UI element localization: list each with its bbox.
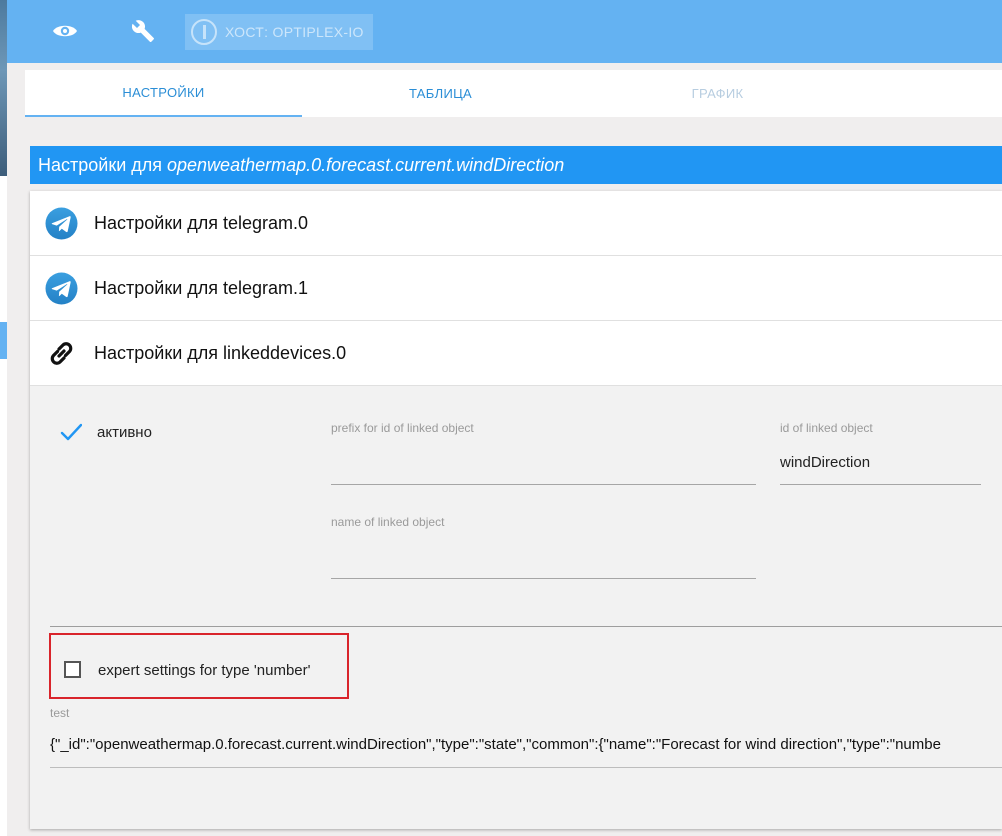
expert-settings-label: expert settings for type 'number' bbox=[98, 662, 311, 679]
telegram-icon bbox=[45, 207, 78, 240]
expert-settings-highlight: expert settings for type 'number' bbox=[49, 633, 349, 699]
section-linkeddevices-0[interactable]: Настройки для linkeddevices.0 bbox=[30, 321, 1002, 386]
wrench-button[interactable] bbox=[122, 10, 164, 52]
test-field-value[interactable]: {"_id":"openweathermap.0.forecast.curren… bbox=[50, 736, 1002, 753]
left-nav-accent bbox=[0, 322, 7, 359]
test-field-label: test bbox=[50, 706, 70, 720]
section-label: Настройки для telegram.1 bbox=[94, 278, 309, 298]
id-field-label: id of linked object bbox=[780, 421, 873, 435]
wrench-icon bbox=[131, 20, 154, 42]
active-label: активно bbox=[97, 424, 152, 441]
tab-chart[interactable]: ГРАФИК bbox=[579, 70, 856, 117]
eye-button[interactable] bbox=[44, 10, 86, 52]
desktop-background-sliver bbox=[0, 0, 7, 176]
name-field-label: name of linked object bbox=[331, 515, 445, 529]
settings-panel: Настройки для telegram.0 Настройки для t… bbox=[30, 191, 1002, 829]
prefix-field-label: prefix for id of linked object bbox=[331, 421, 474, 435]
settings-header: Настройки для openweathermap.0.forecast.… bbox=[30, 146, 1002, 184]
host-selector[interactable]: ХОСТ: OPTIPLEX-IO bbox=[185, 14, 373, 50]
tab-settings[interactable]: НАСТРОЙКИ bbox=[25, 70, 302, 117]
eye-icon bbox=[53, 25, 77, 37]
id-input[interactable] bbox=[780, 441, 981, 485]
checkmark-icon[interactable] bbox=[60, 421, 82, 443]
tab-bar: НАСТРОЙКИ ТАБЛИЦА ГРАФИК bbox=[25, 70, 1002, 117]
section-telegram-1[interactable]: Настройки для telegram.1 bbox=[30, 256, 1002, 321]
section-telegram-0[interactable]: Настройки для telegram.0 bbox=[30, 191, 1002, 256]
host-label: ХОСТ: OPTIPLEX-IO bbox=[225, 24, 364, 40]
top-toolbar: ХОСТ: OPTIPLEX-IO bbox=[7, 0, 1002, 63]
telegram-icon bbox=[45, 272, 78, 305]
section-label: Настройки для linkeddevices.0 bbox=[94, 343, 347, 363]
prefix-input[interactable] bbox=[331, 441, 756, 485]
section-label: Настройки для telegram.0 bbox=[94, 213, 309, 233]
expert-settings-checkbox[interactable] bbox=[64, 661, 81, 678]
name-input[interactable] bbox=[331, 535, 756, 579]
tab-table[interactable]: ТАБЛИЦА bbox=[302, 70, 579, 117]
iobroker-logo-icon bbox=[191, 19, 217, 45]
header-object-id: openweathermap.0.forecast.current.windDi… bbox=[167, 154, 565, 175]
test-field-underline bbox=[50, 767, 1002, 768]
link-icon bbox=[50, 342, 73, 365]
section-divider bbox=[50, 626, 1002, 627]
left-window-edge bbox=[0, 0, 7, 836]
header-prefix: Настройки для bbox=[38, 154, 163, 175]
